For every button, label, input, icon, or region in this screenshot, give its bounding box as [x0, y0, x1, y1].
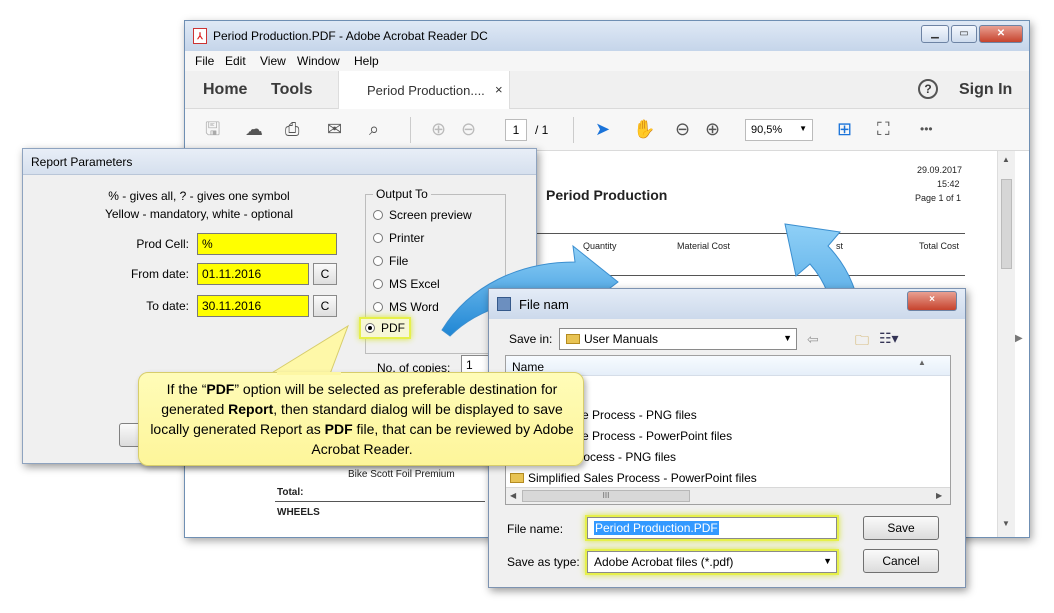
callout-note: If the “PDF” option will be selected as …: [138, 372, 584, 466]
callout-text: If the “PDF” option will be selected as …: [150, 381, 574, 457]
callout-joint: [277, 372, 341, 375]
callout-pointer: [268, 324, 349, 375]
